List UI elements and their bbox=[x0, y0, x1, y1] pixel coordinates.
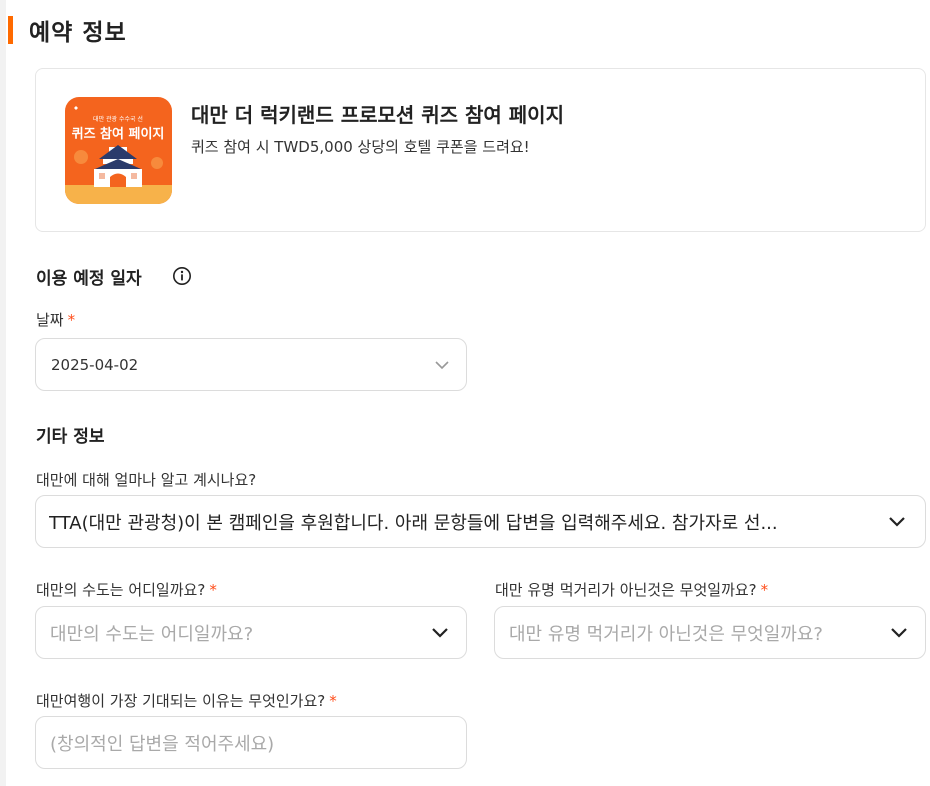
schedule-heading: 이용 예정 일자 bbox=[36, 269, 142, 289]
section-header: 예약 정보 bbox=[0, 14, 127, 46]
q2-select[interactable]: 대만의 수도는 어디일까요? bbox=[35, 606, 467, 659]
required-mark: * bbox=[209, 581, 217, 599]
promo-card[interactable]: 대만 관광 수수국 선 퀴즈 참여 페이지 대만 더 럭키랜드 프로모션 퀴즈 … bbox=[35, 68, 926, 232]
date-label: 날짜 * bbox=[36, 309, 75, 330]
q1-label: 대만에 대해 얼마나 알고 계시나요? bbox=[36, 471, 257, 489]
left-rail bbox=[0, 0, 6, 786]
q4-label-text: 대만여행이 가장 기대되는 이유는 무엇인가요? bbox=[36, 692, 326, 710]
svg-text:퀴즈 참여 페이지: 퀴즈 참여 페이지 bbox=[72, 126, 165, 142]
section-accent-bar bbox=[8, 16, 13, 44]
date-value: 2025-04-02 bbox=[51, 355, 139, 374]
date-select[interactable]: 2025-04-02 bbox=[35, 338, 467, 391]
q4-label: 대만여행이 가장 기대되는 이유는 무엇인가요? * bbox=[36, 690, 337, 711]
chevron-down-icon bbox=[889, 517, 905, 527]
q2-label-text: 대만의 수도는 어디일까요? bbox=[36, 581, 206, 599]
required-mark: * bbox=[760, 581, 769, 599]
section-title: 예약 정보 bbox=[29, 20, 127, 46]
q2-label: 대만의 수도는 어디일까요? * bbox=[36, 579, 217, 600]
q3-placeholder: 대만 유명 먹거리가 아닌것은 무엇일까요? bbox=[509, 623, 823, 645]
q3-label-text: 대만 유명 먹거리가 아닌것은 무엇일까요? bbox=[495, 581, 757, 599]
q3-label: 대만 유명 먹거리가 아닌것은 무엇일까요? * bbox=[495, 579, 768, 600]
required-mark: * bbox=[329, 692, 337, 710]
svg-text:대만 관광 수수국 선: 대만 관광 수수국 선 bbox=[93, 115, 143, 123]
promo-title: 대만 더 럭키랜드 프로모션 퀴즈 참여 페이지 bbox=[191, 103, 564, 127]
date-label-text: 날짜 bbox=[36, 311, 64, 329]
q1-value: TTA(대만 관광청)이 본 캠페인을 후원합니다. 아래 문항들에 답변을 입… bbox=[49, 512, 778, 534]
chevron-down-icon bbox=[435, 361, 449, 370]
chevron-down-icon bbox=[891, 628, 907, 638]
chevron-down-icon bbox=[432, 628, 448, 638]
promo-thumbnail: 대만 관광 수수국 선 퀴즈 참여 페이지 bbox=[65, 97, 172, 204]
info-circle-icon[interactable] bbox=[172, 266, 192, 286]
q2-placeholder: 대만의 수도는 어디일까요? bbox=[50, 623, 254, 645]
promo-description: 퀴즈 참여 시 TWD5,000 상당의 호텔 쿠폰을 드려요! bbox=[191, 138, 530, 156]
q1-select[interactable]: TTA(대만 관광청)이 본 캠페인을 후원합니다. 아래 문항들에 답변을 입… bbox=[35, 495, 926, 548]
other-info-heading: 기타 정보 bbox=[36, 427, 105, 447]
q3-select[interactable]: 대만 유명 먹거리가 아닌것은 무엇일까요? bbox=[494, 606, 926, 659]
q4-text-input[interactable]: (창의적인 답변을 적어주세요) bbox=[35, 716, 467, 769]
q4-placeholder: (창의적인 답변을 적어주세요) bbox=[50, 733, 275, 755]
required-mark: * bbox=[67, 311, 76, 329]
